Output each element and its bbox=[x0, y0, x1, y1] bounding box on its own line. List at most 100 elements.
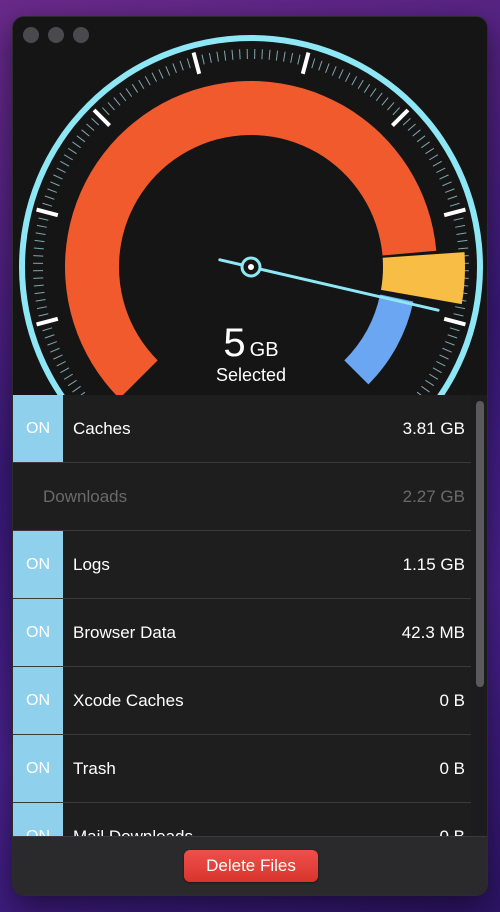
gauge-minor-tick bbox=[107, 102, 115, 111]
window-controls bbox=[23, 27, 89, 43]
gauge-minor-tick bbox=[456, 232, 467, 235]
gauge-minor-tick bbox=[72, 385, 81, 393]
gauge-minor-tick bbox=[457, 239, 468, 243]
gauge-minor-tick bbox=[119, 92, 127, 102]
gauge-minor-tick bbox=[449, 202, 460, 207]
gauge-minor-tick bbox=[125, 88, 133, 97]
gauge-minor-tick bbox=[86, 123, 95, 131]
item-size: 2.27 GB bbox=[402, 486, 465, 506]
gauge-minor-tick bbox=[429, 154, 439, 161]
list-item[interactable]: ON Trash 0 B bbox=[13, 735, 471, 803]
gauge-minor-tick bbox=[35, 299, 46, 302]
gauge-minor-tick bbox=[216, 51, 219, 62]
gauge-minor-tick bbox=[445, 188, 455, 193]
gauge-minor-tick bbox=[223, 50, 227, 61]
gauge-major-tick bbox=[443, 207, 466, 218]
gauge-minor-tick bbox=[38, 217, 49, 221]
gauge-minor-tick bbox=[33, 255, 44, 257]
gauge-minor-tick bbox=[381, 97, 389, 106]
minimize-window-button[interactable] bbox=[48, 27, 64, 43]
gauge-minor-tick bbox=[67, 147, 77, 155]
gauge-minor-tick bbox=[357, 79, 364, 89]
toggle-mail-downloads[interactable]: ON bbox=[13, 803, 63, 838]
cleanup-list: ON Caches 3.81 GB Downloads 2.27 GB ON L… bbox=[13, 395, 471, 838]
list-item[interactable]: ON Browser Data 42.3 MB bbox=[13, 599, 471, 667]
gauge-minor-tick bbox=[325, 63, 330, 73]
gauge-minor-tick bbox=[375, 92, 383, 102]
item-name: Caches bbox=[73, 418, 131, 438]
close-window-button[interactable] bbox=[23, 27, 39, 43]
gauge-major-tick bbox=[300, 52, 311, 75]
zoom-window-button[interactable] bbox=[73, 27, 89, 43]
item-name: Xcode Caches bbox=[73, 690, 184, 710]
gauge-minor-tick bbox=[33, 247, 44, 250]
item-name: Browser Data bbox=[73, 622, 176, 642]
gauge-minor-tick bbox=[416, 135, 426, 143]
gauge-minor-tick bbox=[447, 195, 458, 200]
gauge-minor-tick bbox=[42, 202, 53, 207]
gauge-readout: 5 GB Selected bbox=[13, 321, 487, 385]
gauge-minor-tick bbox=[208, 52, 212, 63]
gauge-minor-tick bbox=[283, 51, 286, 62]
gauge-minor-tick bbox=[455, 306, 466, 310]
gauge-minor-tick bbox=[261, 49, 263, 60]
toggle-logs[interactable]: ON bbox=[13, 531, 63, 598]
item-size: 0 B bbox=[439, 690, 465, 710]
gauge-minor-tick bbox=[81, 129, 90, 137]
gauge-minor-tick bbox=[239, 49, 241, 60]
gauge-minor-tick bbox=[60, 160, 70, 167]
gauge-minor-tick bbox=[344, 72, 351, 82]
item-size: 1.15 GB bbox=[402, 554, 465, 574]
list-item[interactable]: ON Mail Downloads 0 B bbox=[13, 803, 471, 838]
list-scrollbar[interactable] bbox=[476, 401, 484, 687]
gauge-minor-tick bbox=[36, 306, 47, 310]
gauge-minor-tick bbox=[50, 181, 60, 187]
gauge-minor-tick bbox=[76, 135, 86, 143]
gauge-minor-tick bbox=[387, 102, 395, 111]
gauge-minor-tick bbox=[34, 291, 45, 295]
gauge-minor-tick bbox=[36, 224, 47, 228]
gauge-minor-tick bbox=[268, 49, 271, 60]
gauge-minor-tick bbox=[338, 69, 344, 79]
list-item[interactable]: ON Caches 3.81 GB bbox=[13, 395, 471, 463]
gauge-minor-tick bbox=[56, 167, 66, 174]
gauge-minor-tick bbox=[311, 58, 316, 69]
gauge-minor-tick bbox=[201, 54, 205, 65]
toggle-trash[interactable]: ON bbox=[13, 735, 63, 802]
gauge-minor-tick bbox=[47, 188, 57, 193]
gauge-minor-tick bbox=[151, 72, 158, 82]
item-name: Logs bbox=[73, 554, 110, 574]
toggle-caches[interactable]: ON bbox=[13, 395, 63, 462]
toggle-browser-data[interactable]: ON bbox=[13, 599, 63, 666]
selected-caption: Selected bbox=[215, 365, 287, 385]
item-size: 42.3 MB bbox=[401, 622, 465, 642]
gauge-minor-tick bbox=[131, 83, 139, 93]
gauge-minor-tick bbox=[186, 58, 191, 69]
gauge-minor-tick bbox=[158, 69, 164, 79]
gauge-minor-tick bbox=[72, 141, 81, 149]
item-name: Trash bbox=[73, 758, 116, 778]
gauge-minor-tick bbox=[436, 167, 446, 174]
toggle-xcode-caches[interactable]: ON bbox=[13, 667, 63, 734]
gauge-minor-tick bbox=[369, 88, 377, 97]
gauge-minor-tick bbox=[38, 313, 49, 317]
gauge-minor-tick bbox=[35, 232, 46, 235]
gauge-minor-tick bbox=[101, 107, 110, 116]
gauge-major-tick bbox=[191, 52, 202, 75]
list-item[interactable]: ON Xcode Caches 0 B bbox=[13, 667, 471, 735]
gauge-minor-tick bbox=[113, 97, 121, 106]
gauge-minor-tick bbox=[138, 79, 145, 89]
selected-size-unit: GB bbox=[249, 339, 279, 361]
gauge-minor-tick bbox=[412, 129, 421, 137]
gauge-hub-dot bbox=[248, 264, 254, 270]
gauge-minor-tick bbox=[442, 181, 452, 187]
list-item[interactable]: ON Logs 1.15 GB bbox=[13, 531, 471, 599]
selected-size-value: 5 bbox=[223, 321, 246, 365]
gauge-minor-tick bbox=[144, 76, 151, 86]
gauge-minor-tick bbox=[275, 50, 279, 61]
gauge-minor-tick bbox=[318, 60, 323, 71]
delete-files-button[interactable]: Delete Files bbox=[184, 850, 318, 882]
gauge-minor-tick bbox=[34, 239, 45, 243]
gauge-minor-tick bbox=[172, 63, 177, 73]
list-item[interactable]: Downloads 2.27 GB bbox=[13, 463, 471, 531]
